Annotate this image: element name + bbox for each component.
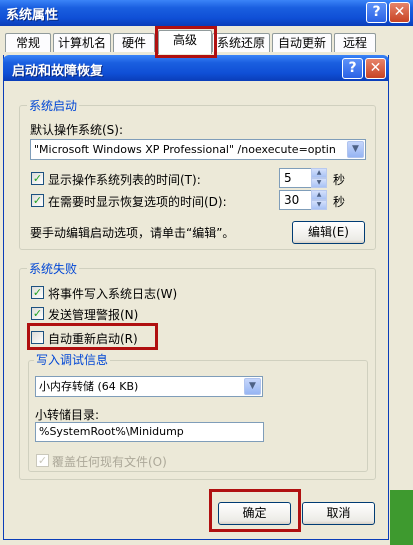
chevron-down-icon[interactable]: ▼ bbox=[347, 141, 364, 158]
write-event-checkbox[interactable]: ✓ bbox=[31, 286, 44, 299]
default-os-select[interactable]: "Microsoft Windows XP Professional" /noe… bbox=[30, 139, 366, 160]
show-recovery-label: 在需要时显示恢复选项的时间(D): bbox=[48, 195, 227, 209]
show-os-list-seconds-input[interactable]: 5 bbox=[279, 168, 312, 188]
send-alert-label: 发送管理警报(N) bbox=[48, 308, 139, 322]
show-recovery-checkbox[interactable]: ✓ bbox=[31, 194, 44, 207]
show-os-list-spinner[interactable]: ▲ ▼ bbox=[311, 168, 327, 188]
dialog-close-button[interactable]: ✕ bbox=[365, 58, 386, 79]
tab-hardware[interactable]: 硬件 bbox=[113, 33, 155, 52]
send-alert-checkbox[interactable]: ✓ bbox=[31, 307, 44, 320]
dump-type-select[interactable]: 小内存转储 (64 KB) bbox=[35, 376, 263, 397]
tab-general[interactable]: 常规 bbox=[5, 33, 51, 52]
cancel-button[interactable]: 取消 bbox=[302, 502, 375, 525]
overwrite-checkbox[interactable]: ✓ bbox=[36, 454, 49, 467]
chevron-down-icon[interactable]: ▼ bbox=[244, 378, 261, 395]
seconds-unit-label: 秒 bbox=[333, 173, 346, 187]
startup-recovery-title: 启动和故障恢复 bbox=[12, 64, 104, 79]
tab-automatic-updates[interactable]: 自动更新 bbox=[272, 33, 332, 52]
dialog-help-button[interactable]: ? bbox=[342, 58, 363, 79]
system-properties-title: 系统属性 bbox=[6, 8, 59, 23]
spin-up-icon[interactable]: ▲ bbox=[311, 168, 327, 178]
back-help-button[interactable]: ? bbox=[366, 2, 387, 23]
system-startup-group-label: 系统启动 bbox=[27, 97, 80, 114]
dump-dir-input[interactable]: %SystemRoot%\Minidump bbox=[35, 422, 264, 442]
highlight-ok-button bbox=[209, 489, 301, 532]
overwrite-label: 覆盖任何现有文件(O) bbox=[52, 455, 167, 469]
write-event-label: 将事件写入系统日志(W) bbox=[48, 287, 178, 301]
dump-type-value: 小内存转储 (64 KB) bbox=[39, 380, 139, 393]
seconds-unit-label: 秒 bbox=[333, 195, 346, 209]
spin-down-icon[interactable]: ▼ bbox=[311, 178, 327, 188]
desktop-background bbox=[390, 490, 413, 545]
system-properties-titlebar[interactable] bbox=[0, 0, 413, 26]
spin-up-icon[interactable]: ▲ bbox=[311, 190, 327, 200]
default-os-value: "Microsoft Windows XP Professional" /noe… bbox=[34, 143, 336, 156]
default-os-label: 默认操作系统(S): bbox=[30, 123, 124, 137]
tab-system-restore[interactable]: 系统还原 bbox=[212, 33, 270, 52]
debug-info-group-label: 写入调试信息 bbox=[34, 351, 111, 368]
highlight-advanced-tab bbox=[155, 26, 217, 58]
edit-button[interactable]: 编辑(E) bbox=[292, 221, 365, 244]
edit-hint-text: 要手动编辑启动选项，请单击“编辑”。 bbox=[30, 226, 235, 240]
tab-remote[interactable]: 远程 bbox=[334, 33, 376, 52]
tab-computer-name[interactable]: 计算机名 bbox=[53, 33, 111, 52]
show-os-list-label: 显示操作系统列表的时间(T): bbox=[48, 173, 201, 187]
show-recovery-seconds-input[interactable]: 30 bbox=[279, 190, 312, 210]
highlight-auto-restart bbox=[27, 323, 158, 350]
back-close-button[interactable]: ✕ bbox=[389, 2, 410, 23]
show-recovery-spinner[interactable]: ▲ ▼ bbox=[311, 190, 327, 210]
show-os-list-checkbox[interactable]: ✓ bbox=[31, 172, 44, 185]
dump-dir-label: 小转储目录: bbox=[35, 408, 100, 422]
spin-down-icon[interactable]: ▼ bbox=[311, 200, 327, 210]
system-failure-group-label: 系统失败 bbox=[27, 260, 80, 277]
